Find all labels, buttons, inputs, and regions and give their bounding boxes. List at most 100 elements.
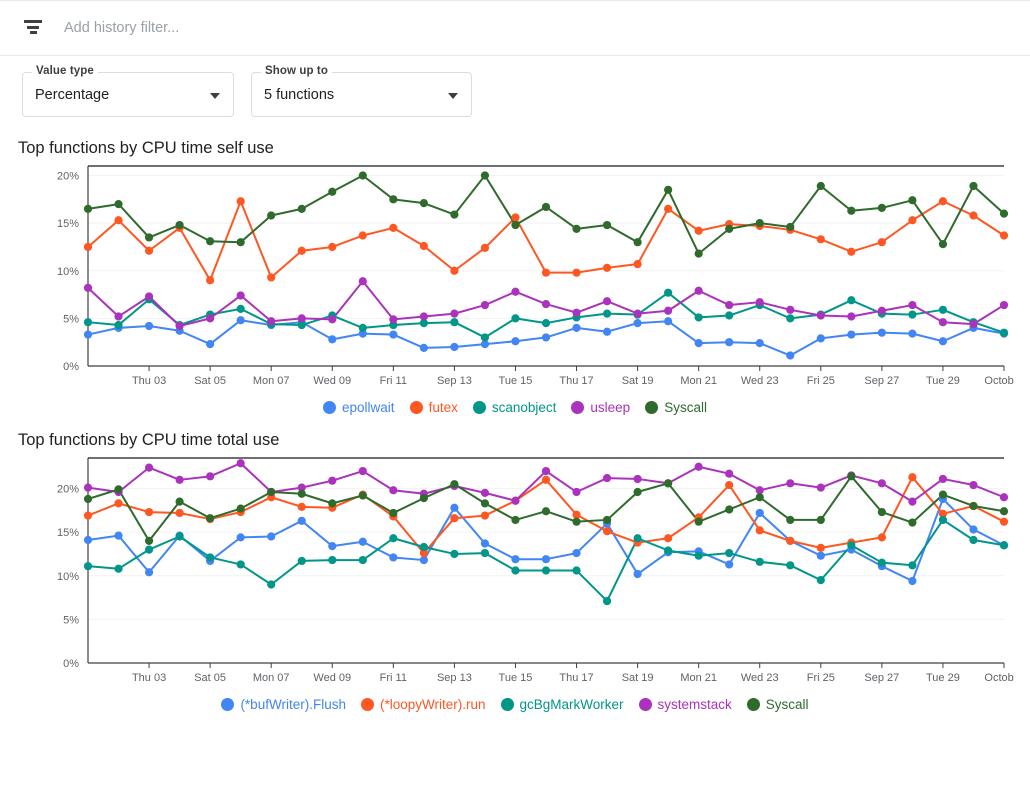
data-point[interactable] [817, 182, 825, 190]
data-point[interactable] [542, 476, 550, 484]
data-point[interactable] [328, 188, 336, 196]
data-point[interactable] [237, 560, 245, 568]
data-point[interactable] [114, 485, 122, 493]
data-point[interactable] [328, 542, 336, 550]
data-point[interactable] [1000, 541, 1008, 549]
data-point[interactable] [847, 330, 855, 338]
show-up-to-select[interactable]: Show up to 5 functions [251, 72, 472, 117]
data-point[interactable] [420, 312, 428, 320]
data-point[interactable] [450, 480, 458, 488]
data-point[interactable] [542, 300, 550, 308]
data-point[interactable] [572, 566, 580, 574]
data-point[interactable] [725, 549, 733, 557]
chevron-down-icon[interactable] [448, 93, 458, 99]
data-point[interactable] [939, 491, 947, 499]
data-point[interactable] [114, 321, 122, 329]
data-point[interactable] [450, 343, 458, 351]
data-point[interactable] [84, 495, 92, 503]
data-point[interactable] [450, 550, 458, 558]
data-point[interactable] [328, 556, 336, 564]
data-point[interactable] [878, 329, 886, 337]
data-point[interactable] [114, 312, 122, 320]
data-point[interactable] [450, 210, 458, 218]
data-point[interactable] [420, 344, 428, 352]
data-point[interactable] [969, 536, 977, 544]
data-point[interactable] [511, 497, 519, 505]
data-point[interactable] [878, 508, 886, 516]
data-point[interactable] [84, 205, 92, 213]
legend-item[interactable]: systemstack [639, 697, 732, 712]
data-point[interactable] [328, 499, 336, 507]
data-point[interactable] [847, 472, 855, 480]
data-point[interactable] [664, 479, 672, 487]
data-point[interactable] [725, 338, 733, 346]
data-point[interactable] [847, 541, 855, 549]
data-point[interactable] [878, 533, 886, 541]
data-point[interactable] [328, 335, 336, 343]
legend-item[interactable]: futex [410, 400, 458, 415]
data-point[interactable] [939, 306, 947, 314]
data-point[interactable] [664, 186, 672, 194]
data-point[interactable] [786, 537, 794, 545]
data-point[interactable] [634, 319, 642, 327]
data-point[interactable] [1000, 518, 1008, 526]
data-point[interactable] [206, 472, 214, 480]
data-point[interactable] [756, 486, 764, 494]
data-point[interactable] [511, 221, 519, 229]
data-point[interactable] [389, 486, 397, 494]
data-point[interactable] [939, 240, 947, 248]
data-point[interactable] [145, 568, 153, 576]
data-point[interactable] [786, 479, 794, 487]
data-point[interactable] [237, 238, 245, 246]
data-point[interactable] [603, 297, 611, 305]
data-point[interactable] [725, 225, 733, 233]
data-point[interactable] [969, 481, 977, 489]
data-point[interactable] [756, 219, 764, 227]
data-point[interactable] [542, 203, 550, 211]
data-point[interactable] [664, 289, 672, 297]
data-point[interactable] [206, 314, 214, 322]
data-point[interactable] [420, 543, 428, 551]
data-point[interactable] [572, 549, 580, 557]
data-point[interactable] [878, 204, 886, 212]
data-point[interactable] [328, 315, 336, 323]
data-point[interactable] [908, 196, 916, 204]
data-point[interactable] [450, 267, 458, 275]
legend-item[interactable]: usleep [571, 400, 630, 415]
data-point[interactable] [145, 247, 153, 255]
data-point[interactable] [908, 330, 916, 338]
data-point[interactable] [359, 231, 367, 239]
data-point[interactable] [481, 171, 489, 179]
data-point[interactable] [786, 561, 794, 569]
data-point[interactable] [878, 559, 886, 567]
data-point[interactable] [664, 317, 672, 325]
data-point[interactable] [695, 250, 703, 258]
data-point[interactable] [695, 518, 703, 526]
data-point[interactable] [450, 310, 458, 318]
data-point[interactable] [450, 504, 458, 512]
data-point[interactable] [298, 314, 306, 322]
data-point[interactable] [939, 318, 947, 326]
data-point[interactable] [603, 264, 611, 272]
data-point[interactable] [634, 488, 642, 496]
data-point[interactable] [634, 310, 642, 318]
data-point[interactable] [1000, 493, 1008, 501]
data-point[interactable] [878, 307, 886, 315]
data-point[interactable] [481, 333, 489, 341]
data-point[interactable] [725, 560, 733, 568]
data-point[interactable] [542, 555, 550, 563]
data-point[interactable] [145, 322, 153, 330]
data-point[interactable] [817, 576, 825, 584]
data-point[interactable] [511, 337, 519, 345]
data-point[interactable] [511, 555, 519, 563]
data-point[interactable] [481, 511, 489, 519]
data-point[interactable] [359, 538, 367, 546]
data-point[interactable] [176, 322, 184, 330]
data-point[interactable] [908, 518, 916, 526]
data-point[interactable] [756, 298, 764, 306]
data-point[interactable] [176, 509, 184, 517]
data-point[interactable] [603, 310, 611, 318]
data-point[interactable] [389, 224, 397, 232]
data-point[interactable] [267, 273, 275, 281]
data-point[interactable] [725, 301, 733, 309]
